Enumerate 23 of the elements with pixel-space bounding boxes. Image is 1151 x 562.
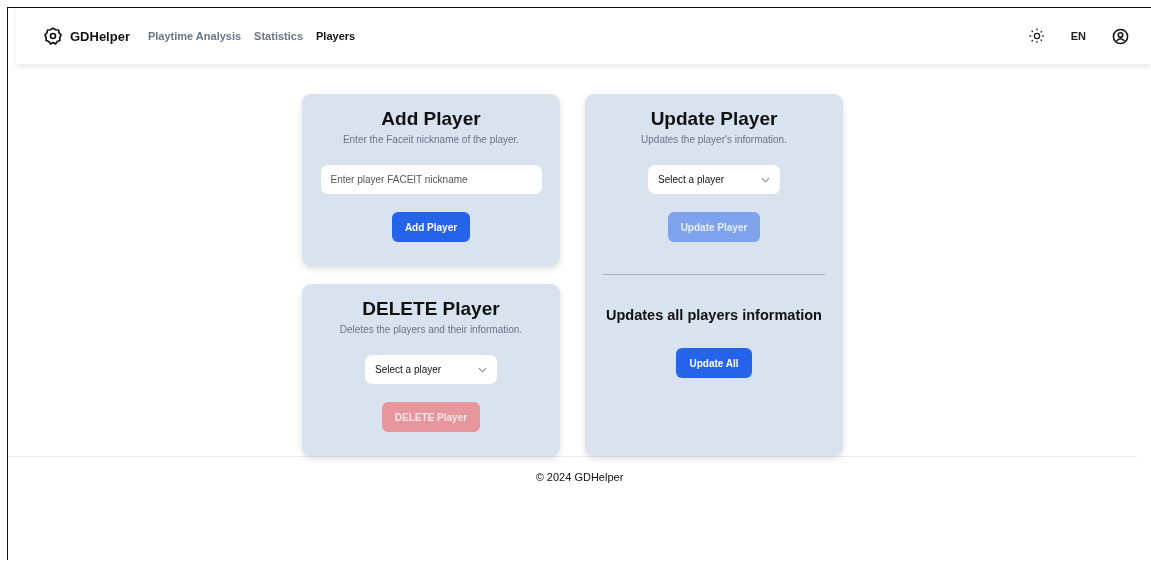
card-subtitle: Updates the player's information. bbox=[641, 134, 787, 145]
theme-toggle-icon[interactable] bbox=[1028, 28, 1045, 44]
update-all-button[interactable]: Update All bbox=[676, 348, 752, 378]
nav-link[interactable]: Playtime Analysis bbox=[147, 30, 242, 42]
user-account-icon[interactable] bbox=[1112, 27, 1129, 45]
copyright-text: © 2024 GDHelper bbox=[535, 471, 624, 483]
card-subtitle: Deletes the players and their information. bbox=[339, 324, 523, 335]
logo-icon bbox=[43, 26, 63, 46]
add-player-button[interactable]: Add Player bbox=[391, 212, 471, 242]
section-heading: Updates all players information bbox=[606, 307, 822, 323]
language-button[interactable]: EN bbox=[1070, 30, 1086, 42]
chevron-down-icon bbox=[478, 366, 487, 373]
nav-link[interactable]: Statistics bbox=[254, 30, 304, 42]
card-title: Add Player bbox=[381, 108, 481, 130]
brand-name: GDHelper bbox=[70, 28, 130, 44]
nickname-input-field[interactable]: Enter player FACEIT nickname bbox=[320, 165, 542, 194]
chevron-down-icon bbox=[761, 176, 770, 183]
player-select[interactable]: Select a player bbox=[648, 165, 780, 194]
card-title: DELETE Player bbox=[362, 298, 500, 320]
card-title: Update Player bbox=[650, 108, 778, 130]
nav-link[interactable]: Players bbox=[316, 30, 356, 42]
player-select[interactable]: Select a player bbox=[365, 355, 497, 384]
card-subtitle: Enter the Faceit nickname of the player. bbox=[342, 134, 520, 145]
